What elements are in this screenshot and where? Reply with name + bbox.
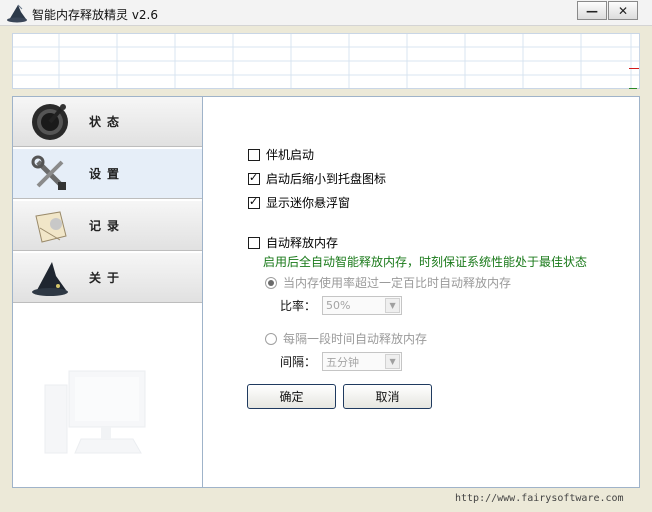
dial-icon bbox=[27, 100, 73, 144]
startup-label: 伴机启动 bbox=[266, 148, 315, 162]
ok-button[interactable]: 确定 bbox=[247, 384, 336, 409]
mode-interval-option[interactable]: 每隔一段时间自动释放内存 bbox=[265, 330, 427, 347]
minimize-tray-label: 启动后缩小到托盘图标 bbox=[266, 172, 387, 186]
startup-checkbox[interactable] bbox=[248, 148, 260, 161]
mode-percent-label: 当内存使用率超过一定百比时自动释放内存 bbox=[283, 276, 512, 290]
sidebar: 状态 设置 记录 关于 bbox=[12, 96, 203, 488]
sidebar-item-label: 记录 bbox=[89, 219, 126, 233]
float-window-option[interactable]: 显示迷你悬浮窗 bbox=[248, 194, 350, 211]
interval-value: 五分钟 bbox=[326, 355, 360, 369]
auto-release-option[interactable]: 自动释放内存 bbox=[248, 234, 338, 251]
mode-percent-option[interactable]: 当内存使用率超过一定百比时自动释放内存 bbox=[265, 274, 511, 291]
settings-panel: 伴机启动 启动后缩小到托盘图标 显示迷你悬浮窗 自动释放内存 启用后全自动智能释… bbox=[203, 96, 640, 488]
float-window-checkbox[interactable] bbox=[248, 195, 260, 209]
window-title: 智能内存释放精灵 v2.6 bbox=[32, 8, 159, 22]
minimize-tray-checkbox[interactable] bbox=[248, 171, 260, 185]
startup-option[interactable]: 伴机启动 bbox=[248, 146, 314, 163]
chevron-down-icon: ▼ bbox=[385, 354, 401, 369]
tools-icon bbox=[27, 152, 73, 196]
auto-release-hint: 启用后全自动智能释放内存，时刻保证系统性能处于最佳状态 bbox=[263, 255, 588, 269]
close-icon: ✕ bbox=[617, 3, 629, 18]
title-bar[interactable]: 智能内存释放精灵 v2.6 — ✕ bbox=[0, 0, 652, 26]
ratio-label: 比率： bbox=[280, 299, 317, 313]
auto-release-label: 自动释放内存 bbox=[266, 236, 339, 250]
website-link[interactable]: http://www.fairysoftware.com bbox=[455, 493, 624, 504]
graph-usage-line bbox=[629, 68, 639, 69]
sidebar-item-status[interactable]: 状态 bbox=[13, 97, 202, 147]
sidebar-item-about[interactable]: 关于 bbox=[13, 253, 202, 303]
sidebar-item-label: 关于 bbox=[89, 271, 126, 285]
auto-release-checkbox[interactable] bbox=[248, 236, 260, 249]
mode-percent-radio[interactable] bbox=[265, 276, 277, 289]
interval-row: 间隔： 五分钟 ▼ bbox=[280, 352, 403, 371]
computer-watermark-icon bbox=[44, 370, 146, 454]
minimize-tray-option[interactable]: 启动后缩小到托盘图标 bbox=[248, 170, 386, 187]
wizard-hat-icon bbox=[7, 4, 27, 23]
cancel-button-label: 取消 bbox=[375, 390, 400, 404]
mode-interval-label: 每隔一段时间自动释放内存 bbox=[283, 332, 428, 346]
wizard-hat-icon bbox=[27, 256, 73, 300]
close-button[interactable]: ✕ bbox=[608, 1, 638, 20]
graph-free-line bbox=[629, 88, 637, 89]
clipboard-icon bbox=[27, 204, 73, 248]
minimize-icon: — bbox=[586, 3, 598, 18]
sidebar-item-label: 状态 bbox=[89, 115, 126, 129]
sidebar-item-settings[interactable]: 设置 bbox=[13, 149, 202, 199]
ratio-value: 50% bbox=[326, 299, 351, 312]
interval-select[interactable]: 五分钟 ▼ bbox=[322, 352, 403, 371]
interval-label: 间隔： bbox=[280, 355, 317, 369]
cancel-button[interactable]: 取消 bbox=[343, 384, 432, 409]
float-window-label: 显示迷你悬浮窗 bbox=[266, 196, 351, 210]
sidebar-item-label: 设置 bbox=[89, 167, 126, 181]
mode-interval-radio[interactable] bbox=[265, 332, 277, 345]
graph-grid bbox=[13, 34, 639, 88]
ratio-select[interactable]: 50% ▼ bbox=[322, 296, 403, 315]
app-window: 智能内存释放精灵 v2.6 — ✕ 状态 设置 记录 关于 伴机启动 ✓ 启动后… bbox=[0, 0, 652, 512]
ratio-row: 比率： 50% ▼ bbox=[280, 296, 403, 315]
sidebar-item-log[interactable]: 记录 bbox=[13, 201, 202, 251]
ok-button-label: 确定 bbox=[279, 390, 304, 404]
memory-graph bbox=[12, 33, 640, 89]
minimize-button[interactable]: — bbox=[577, 1, 607, 20]
chevron-down-icon: ▼ bbox=[385, 298, 401, 313]
